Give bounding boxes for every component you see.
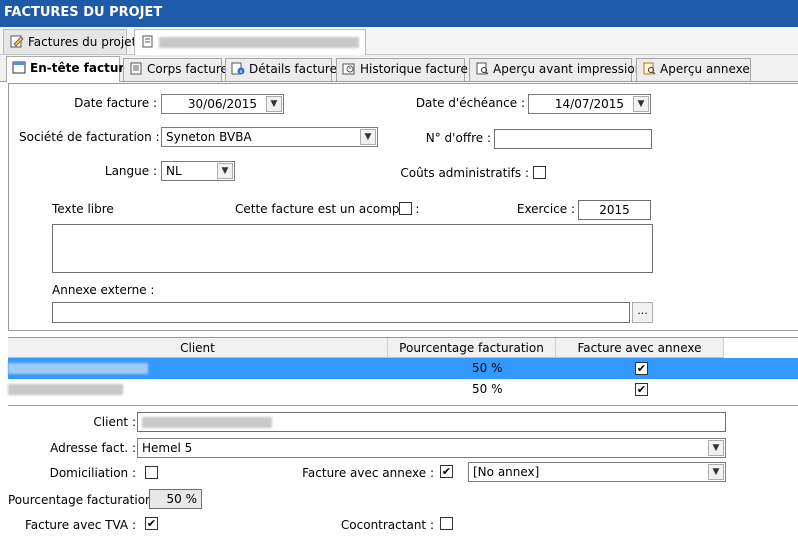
langue-select[interactable]: NL ▼ (161, 161, 235, 181)
document-tabs: Factures du projet (0, 27, 798, 55)
dropdown-arrow-icon[interactable]: ▼ (633, 96, 649, 112)
client-label: Client : (93, 415, 136, 429)
tab-label: Factures du projet (28, 35, 137, 49)
client-detail-panel: Client : Adresse fact. : Hemel 5 ▼ Domic… (8, 405, 798, 540)
tab-historique-facture[interactable]: Historique facture (336, 58, 468, 81)
pourcentage-label: Pourcentage facturation : (8, 493, 161, 507)
tab-label: Aperçu avant impression (493, 62, 643, 76)
societe-select[interactable]: Syneton BVBA ▼ (161, 127, 378, 147)
tab-label: Détails facture (249, 62, 337, 76)
annexe-select-value: [No annex] (473, 465, 540, 479)
tab-label: Historique facture (360, 62, 468, 76)
dropdown-arrow-icon[interactable]: ▼ (266, 96, 282, 112)
client-input[interactable] (137, 412, 726, 432)
client-cell (8, 382, 123, 396)
date-facture-label: Date facture : (74, 96, 157, 110)
couts-admin-checkbox[interactable] (533, 166, 546, 179)
facture-annexe-checkbox[interactable]: ✔ (440, 465, 453, 478)
dropdown-arrow-icon[interactable]: ▼ (217, 163, 233, 179)
exercice-label: Exercice : (516, 202, 575, 216)
tab-apercu-avant-impression[interactable]: Aperçu avant impression (469, 58, 642, 81)
couts-admin-label: Coûts administratifs : (400, 166, 529, 180)
window-title: FACTURES DU PROJET (0, 0, 798, 27)
pourcentage-input: 50 % (149, 489, 202, 509)
doc-list-icon (142, 35, 153, 48)
checkmark-icon[interactable]: ✔ (635, 362, 648, 375)
pourcentage-cell: 50 % (472, 361, 503, 375)
cocontractant-checkbox[interactable] (440, 517, 453, 530)
date-facture-picker[interactable]: 30/06/2015 ▼ (161, 94, 284, 114)
redacted-invoice-title (159, 37, 359, 48)
langue-label: Langue : (104, 164, 157, 178)
table-row[interactable]: 50 % ✔ (8, 379, 798, 400)
browse-button[interactable]: ... (632, 302, 653, 323)
annexe-select[interactable]: [No annex] ▼ (468, 462, 726, 482)
tab-factures-du-projet[interactable]: Factures du projet (3, 29, 136, 54)
column-header-facture-annexe[interactable]: Facture avec annexe (556, 338, 724, 358)
cocontractant-label: Cocontractant : (340, 518, 434, 532)
date-echeance-value: 14/07/2015 (554, 97, 625, 111)
tab-label: En-tête facture (30, 61, 133, 75)
client-cell (8, 361, 148, 375)
texte-libre-textarea[interactable] (52, 224, 653, 273)
langue-value: NL (166, 164, 182, 178)
tab-apercu-annexe[interactable]: Aperçu annexe (636, 58, 751, 81)
pourcentage-cell: 50 % (472, 382, 503, 396)
column-header-client[interactable]: Client (8, 338, 388, 358)
adresse-select[interactable]: Hemel 5 ▼ (137, 438, 726, 458)
tab-details-facture[interactable]: Détails facture (225, 58, 337, 81)
adresse-label: Adresse fact. : (50, 441, 136, 455)
column-header-pourcentage[interactable]: Pourcentage facturation (388, 338, 556, 358)
acompte-label: Cette facture est un acompte : (235, 202, 420, 216)
societe-value: Syneton BVBA (166, 130, 252, 144)
domiciliation-checkbox[interactable] (145, 466, 158, 479)
tab-label: Corps facture (147, 62, 228, 76)
tab-label: Aperçu annexe (660, 62, 750, 76)
adresse-value: Hemel 5 (142, 441, 193, 455)
print-preview-icon (476, 62, 489, 75)
acompte-checkbox[interactable] (399, 202, 412, 215)
header-icon (12, 61, 26, 74)
checkmark-icon[interactable]: ✔ (635, 383, 648, 396)
offre-input[interactable] (494, 129, 652, 149)
annex-preview-icon (643, 62, 656, 75)
facture-annexe-label: Facture avec annexe : (302, 466, 434, 480)
tab-corps-facture[interactable]: Corps facture (123, 58, 228, 81)
invoice-subtabs: En-tête facture Corps facture Détails fa… (0, 55, 798, 82)
domiciliation-label: Domiciliation : (49, 466, 136, 480)
dropdown-arrow-icon[interactable]: ▼ (360, 129, 376, 145)
history-icon (342, 63, 355, 75)
tva-checkbox[interactable]: ✔ (145, 517, 158, 530)
doc-edit-icon (10, 35, 24, 48)
exercice-input[interactable]: 2015 (578, 200, 651, 220)
table-row[interactable]: 50 % ✔ (8, 358, 798, 379)
date-echeance-label: Date d'échéance : (415, 96, 525, 110)
date-echeance-picker[interactable]: 14/07/2015 ▼ (528, 94, 651, 114)
annexe-externe-label: Annexe externe : (52, 283, 155, 297)
tab-current-invoice[interactable] (134, 29, 366, 55)
texte-libre-label: Texte libre (52, 202, 114, 216)
offre-label: N° d'offre : (425, 131, 491, 145)
invoice-header-panel: Date facture : 30/06/2015 ▼ Date d'échéa… (8, 83, 798, 331)
societe-label: Société de facturation : (19, 130, 160, 144)
tab-en-tete-facture[interactable]: En-tête facture (6, 56, 132, 82)
date-facture-value: 30/06/2015 (187, 97, 258, 111)
clients-grid: Client Pourcentage facturation Facture a… (8, 337, 798, 403)
dropdown-arrow-icon[interactable]: ▼ (708, 464, 724, 480)
tva-label: Facture avec TVA : (24, 518, 136, 532)
body-icon (130, 62, 142, 75)
dropdown-arrow-icon[interactable]: ▼ (708, 440, 724, 456)
details-icon (231, 62, 245, 75)
annexe-externe-input[interactable] (52, 302, 630, 323)
